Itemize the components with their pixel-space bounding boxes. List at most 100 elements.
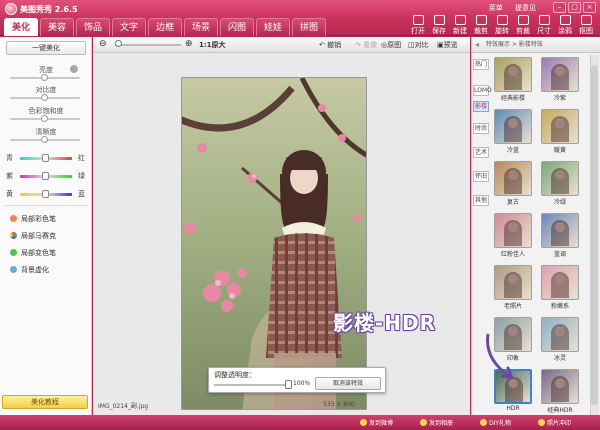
slider-knob[interactable] bbox=[42, 154, 49, 162]
effect-preview-image bbox=[541, 369, 579, 404]
slider-knob[interactable] bbox=[41, 115, 48, 122]
doodle-button[interactable]: 涂鸦 bbox=[555, 15, 575, 36]
tab-doll[interactable]: 娃娃 bbox=[256, 18, 290, 36]
tab-text[interactable]: 文字 bbox=[112, 18, 146, 36]
open-button[interactable]: 打开 bbox=[408, 15, 428, 36]
image-dimensions: 533 × 800 bbox=[323, 401, 355, 408]
sharpness-slider[interactable] bbox=[10, 136, 80, 143]
background-blur-tool[interactable]: 背景虚化 bbox=[10, 265, 49, 275]
zoom-slider[interactable] bbox=[115, 44, 181, 46]
opacity-value: 100% bbox=[293, 380, 311, 387]
zoom-slider-knob[interactable] bbox=[115, 40, 122, 47]
effect-name: 冰灵 bbox=[553, 355, 566, 362]
cancel-effect-button[interactable]: 取消该特效 bbox=[315, 377, 381, 390]
share-album-button[interactable]: 发到相册 bbox=[420, 418, 453, 427]
effect-thumb[interactable]: 粉嫩系 bbox=[541, 265, 579, 310]
feedback-link[interactable]: 提意见 bbox=[515, 4, 536, 12]
contrast-slider[interactable] bbox=[10, 94, 80, 101]
slider-knob[interactable] bbox=[42, 190, 49, 198]
compare-button[interactable]: ◫对比 bbox=[408, 40, 429, 50]
side-tab-retro[interactable]: 怀旧 bbox=[473, 171, 489, 182]
zoom-in-icon[interactable]: ⊕ bbox=[185, 39, 193, 49]
menu-link[interactable]: 菜单 bbox=[489, 4, 503, 12]
effect-thumb[interactable]: 冷紫 bbox=[541, 57, 579, 102]
effect-thumb[interactable]: 冷蓝 bbox=[494, 109, 532, 154]
folder-icon bbox=[412, 15, 424, 25]
brightness-slider[interactable] bbox=[10, 74, 80, 81]
yellow-blue-slider[interactable] bbox=[20, 190, 72, 198]
tab-beautify[interactable]: 美化 bbox=[4, 18, 38, 36]
photo-canvas[interactable] bbox=[181, 77, 367, 410]
side-tab-other[interactable]: 其他 bbox=[473, 195, 489, 206]
image-filename: IMG_0214_副.jpg bbox=[98, 403, 149, 410]
color-brush-tool[interactable]: 局部彩色笔 bbox=[10, 214, 56, 224]
purple-green-slider[interactable] bbox=[20, 172, 72, 180]
mosaic-tool[interactable]: 局部马赛克 bbox=[10, 231, 56, 241]
slider-knob[interactable] bbox=[41, 136, 48, 143]
cyan-red-slider[interactable] bbox=[20, 154, 72, 162]
effect-thumb[interactable]: 复古 bbox=[494, 161, 532, 206]
effect-thumb[interactable]: 老照片 bbox=[494, 265, 532, 310]
save-button[interactable]: 保存 bbox=[429, 15, 449, 36]
slider-knob[interactable] bbox=[41, 74, 48, 81]
cutout-button[interactable]: 抠图 bbox=[576, 15, 596, 36]
side-tab-fashion[interactable]: 时尚 bbox=[473, 123, 489, 134]
tab-scene[interactable]: 场景 bbox=[184, 18, 218, 36]
effect-thumb[interactable]: 经典HDR bbox=[541, 369, 579, 414]
effect-name: 暖黄 bbox=[553, 147, 566, 154]
effect-name: HDR bbox=[506, 405, 520, 412]
undo-button[interactable]: ↶ 撤销 bbox=[319, 40, 341, 50]
tab-flash[interactable]: 闪图 bbox=[220, 18, 254, 36]
recolor-brush-tool[interactable]: 局部变色笔 bbox=[10, 248, 56, 258]
resize-button[interactable]: 尺寸 bbox=[534, 15, 554, 36]
color-brush-icon bbox=[10, 215, 17, 222]
one-key-beautify-button[interactable]: 一键美化 bbox=[6, 41, 86, 55]
save-icon bbox=[433, 15, 445, 25]
top-links: 菜单 提意见 bbox=[479, 3, 536, 13]
share-weibo-button[interactable]: 发到微博 bbox=[360, 418, 393, 427]
opacity-slider[interactable] bbox=[214, 384, 292, 386]
diy-gift-button[interactable]: DIY礼物 bbox=[480, 418, 511, 427]
trim-button[interactable]: 剪裁 bbox=[513, 15, 533, 36]
tab-collage[interactable]: 拼图 bbox=[292, 18, 326, 36]
side-tab-hot[interactable]: 热门 bbox=[473, 59, 489, 70]
effect-thumb[interactable]: 冰灵 bbox=[541, 317, 579, 362]
tab-beauty[interactable]: 美容 bbox=[40, 18, 74, 36]
effect-thumb[interactable]: 暖黄 bbox=[541, 109, 579, 154]
side-tab-lomo[interactable]: LOMO bbox=[473, 85, 492, 96]
opacity-slider-knob[interactable] bbox=[285, 380, 292, 389]
photo-print-button[interactable]: 照片冲印 bbox=[538, 418, 571, 427]
adjust-panel: 一键美化 亮度 对比度 色彩饱和度 清晰度 青 红 紫 绿 黄 蓝 局部彩色笔 … bbox=[0, 37, 92, 415]
effect-thumb[interactable]: 冷绿 bbox=[541, 161, 579, 206]
original-button[interactable]: ◎原图 bbox=[381, 40, 401, 50]
tutorial-button[interactable]: 美化教程 bbox=[2, 395, 88, 409]
new-button[interactable]: 新建 bbox=[450, 15, 470, 36]
crop-button[interactable]: 裁剪 bbox=[471, 15, 491, 36]
maximize-icon[interactable]: □ bbox=[568, 2, 581, 13]
tab-frame[interactable]: 边框 bbox=[148, 18, 182, 36]
effect-preview-image bbox=[541, 265, 579, 300]
minimize-icon[interactable]: – bbox=[553, 2, 566, 13]
close-icon[interactable]: × bbox=[583, 2, 596, 13]
preview-button[interactable]: ▣预览 bbox=[437, 40, 458, 50]
side-tab-art[interactable]: 艺术 bbox=[473, 147, 489, 158]
effect-thumb[interactable]: 经典影楼 bbox=[494, 57, 532, 102]
slider-knob[interactable] bbox=[42, 172, 49, 180]
redo-button[interactable]: ↷ 重做 bbox=[355, 40, 377, 50]
zoom-out-icon[interactable]: ⊖ bbox=[99, 39, 107, 49]
effects-scrollbar-thumb[interactable] bbox=[591, 65, 598, 405]
effect-thumb[interactable]: 红粉佳人 bbox=[494, 213, 532, 258]
collapse-arrow-icon[interactable]: ◂ bbox=[475, 40, 479, 49]
effects-breadcrumb: 特效展示 > 影楼特效 bbox=[472, 37, 600, 53]
compare-icon: ◫ bbox=[408, 41, 415, 49]
scissors-icon bbox=[517, 15, 529, 25]
saturation-slider[interactable] bbox=[10, 115, 80, 122]
effect-name: 蓝调 bbox=[553, 251, 566, 258]
slider-knob[interactable] bbox=[41, 94, 48, 101]
rotate-button[interactable]: 旋转 bbox=[492, 15, 512, 36]
side-tab-studio[interactable]: 影楼 bbox=[473, 101, 489, 112]
cyan-label: 青 bbox=[6, 154, 13, 162]
tab-accessories[interactable]: 饰品 bbox=[76, 18, 110, 36]
effect-thumb[interactable]: 蓝调 bbox=[541, 213, 579, 258]
actual-size-button[interactable]: 1:1原大 bbox=[199, 40, 226, 50]
